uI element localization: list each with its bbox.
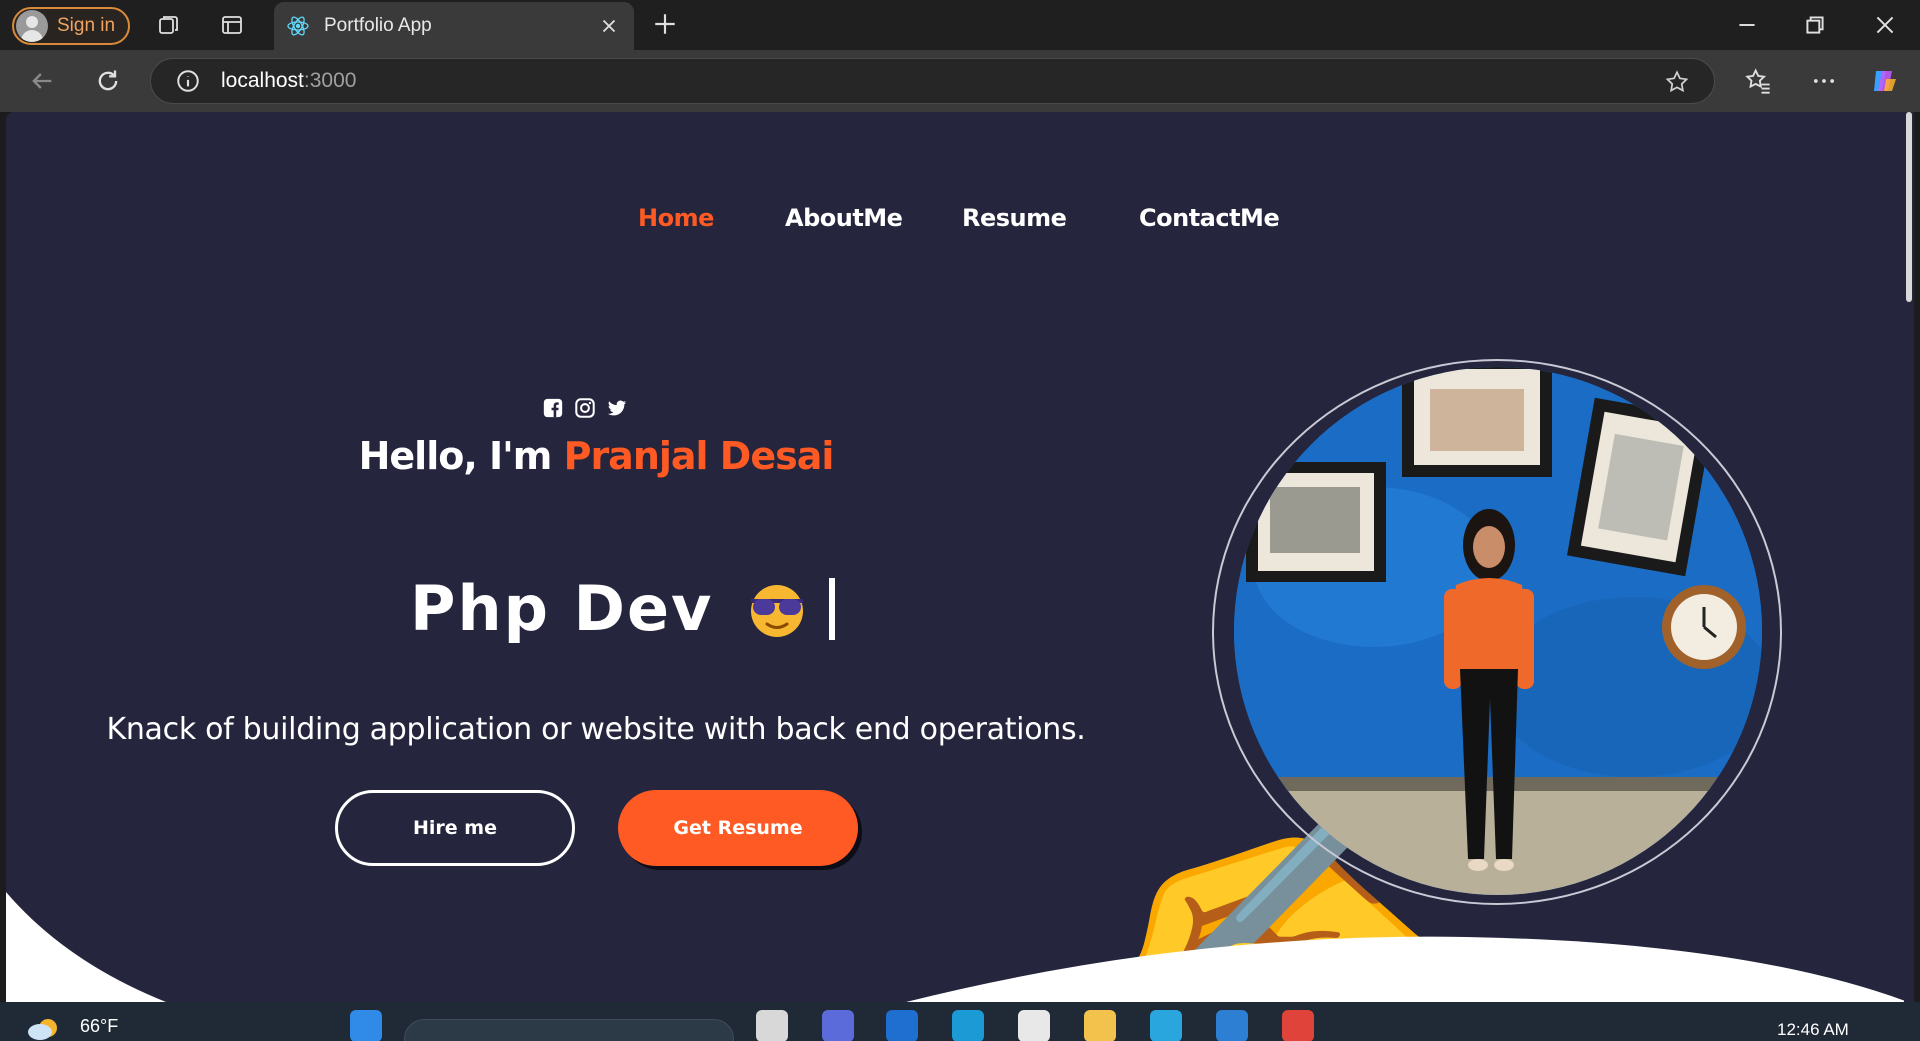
store-app-icon[interactable]	[1018, 1010, 1050, 1041]
vscode-app-icon[interactable]	[1216, 1010, 1248, 1041]
workspaces-icon[interactable]	[157, 13, 181, 37]
close-window-icon[interactable]	[1872, 12, 1898, 38]
copilot-icon[interactable]	[1870, 67, 1898, 95]
nav-home[interactable]: Home	[638, 204, 714, 232]
scrollbar-thumb[interactable]	[1906, 112, 1912, 302]
favorite-star-icon[interactable]	[1664, 69, 1690, 95]
instagram-icon[interactable]	[574, 397, 596, 419]
profile-sign-in-button[interactable]: Sign in	[12, 7, 130, 45]
social-links	[542, 397, 628, 421]
typing-cursor	[829, 577, 836, 640]
decorative-wave-right	[906, 936, 1908, 1002]
restore-icon[interactable]	[1802, 12, 1828, 38]
tab-portfolio-app[interactable]: Portfolio App	[274, 2, 634, 50]
nav-resume[interactable]: Resume	[962, 204, 1067, 232]
url-text: localhost:3000	[221, 69, 356, 93]
greeting-name: Pranjal Desai	[563, 434, 835, 478]
url-host: localhost	[221, 69, 304, 92]
site-info-icon[interactable]	[175, 68, 201, 94]
sunglasses-emoji-icon	[745, 577, 809, 641]
tagline: Knack of building application or website…	[106, 712, 1086, 747]
page-viewport: ✍ Home AboutMe Resume ContactMe Hello, I…	[6, 112, 1908, 1002]
address-bar[interactable]: localhost:3000	[150, 58, 1715, 104]
browser-toolbar: localhost:3000	[0, 50, 1920, 112]
facebook-icon[interactable]	[542, 397, 564, 419]
page-scrollbar[interactable]	[1904, 112, 1914, 1002]
vertical-tabs-icon[interactable]	[220, 13, 244, 37]
taskbar-search[interactable]	[404, 1019, 734, 1041]
greeting-prefix: Hello, I'm	[358, 434, 564, 478]
avatar	[16, 10, 48, 42]
typing-role-text: Php Dev	[410, 572, 836, 645]
nav-aboutme[interactable]: AboutMe	[785, 204, 903, 232]
close-tab-icon[interactable]	[598, 15, 620, 37]
minimize-icon[interactable]	[1734, 12, 1760, 38]
url-port: :3000	[303, 69, 357, 92]
weather-cloud-icon	[28, 1019, 57, 1040]
browser-tab-strip: Sign in Portfolio App	[0, 0, 1920, 50]
hire-me-button[interactable]: Hire me	[335, 790, 575, 866]
decorative-wave-left	[6, 892, 166, 1002]
new-tab-icon[interactable]	[652, 11, 678, 37]
role-label: Php Dev	[410, 572, 714, 645]
weather-temperature: 66°F	[80, 1015, 119, 1036]
edge-app-icon[interactable]	[952, 1010, 984, 1041]
windows-start-icon[interactable]	[350, 1010, 382, 1041]
favorites-icon[interactable]	[1744, 67, 1772, 95]
mail-app-icon[interactable]	[886, 1010, 918, 1041]
weather-widget[interactable]: 66°F	[26, 1012, 118, 1040]
windows-taskbar: 66°F 12:46 AM	[0, 1002, 1920, 1041]
tab-title: Portfolio App	[324, 15, 432, 36]
react-icon	[287, 16, 309, 36]
more-options-icon[interactable]	[1810, 67, 1838, 95]
copilot-app-icon[interactable]	[822, 1010, 854, 1041]
profile-photo	[1234, 367, 1762, 895]
main-navigation: Home AboutMe Resume ContactMe	[6, 204, 1908, 244]
chrome-app-icon[interactable]	[1282, 1010, 1314, 1041]
get-resume-button[interactable]: Get Resume	[618, 790, 858, 866]
telegram-app-icon[interactable]	[1150, 1010, 1182, 1041]
taskview-icon[interactable]	[756, 1010, 788, 1041]
refresh-icon[interactable]	[94, 67, 122, 95]
taskbar-clock[interactable]: 12:46 AM	[1777, 1020, 1849, 1040]
twitter-icon[interactable]	[606, 397, 628, 419]
back-icon[interactable]	[28, 67, 56, 95]
sign-in-label: Sign in	[57, 15, 116, 36]
greeting-heading: Hello, I'm Pranjal Desai	[6, 434, 1186, 478]
file-explorer-icon[interactable]	[1084, 1010, 1116, 1041]
nav-contactme[interactable]: ContactMe	[1139, 204, 1280, 232]
